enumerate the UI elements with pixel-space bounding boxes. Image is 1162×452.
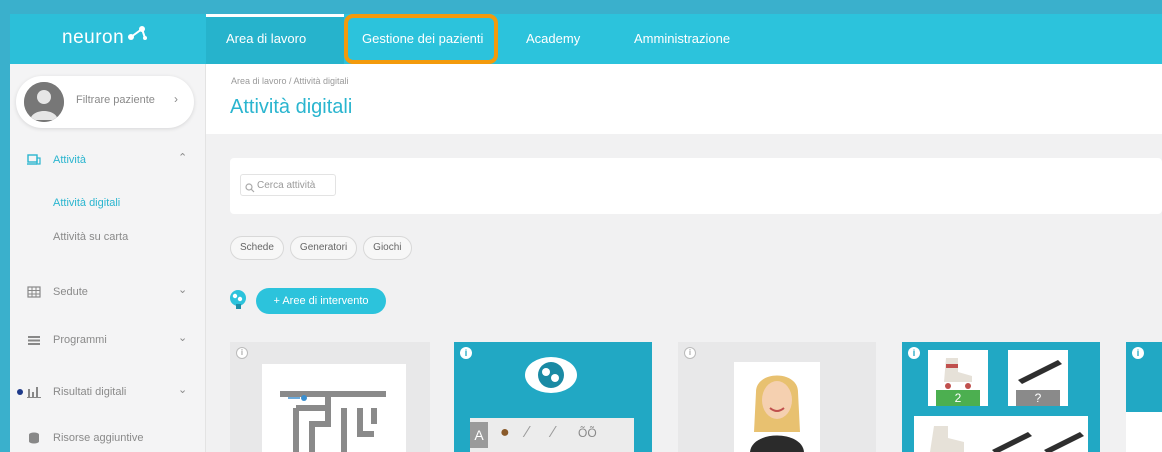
- search-input[interactable]: [257, 178, 333, 192]
- sidebar-subitem-attivita-carta[interactable]: Attività su carta: [53, 231, 128, 243]
- filter-chip-schede[interactable]: Schede: [230, 236, 284, 260]
- sidebar-item-sedute[interactable]: Sedute ⌄: [10, 278, 206, 306]
- filter-chip-generatori[interactable]: Generatori: [289, 236, 358, 260]
- database-icon: [27, 431, 41, 445]
- areas-of-intervention-button[interactable]: + Aree di intervento: [256, 288, 386, 314]
- bar-chart-icon: [27, 385, 41, 399]
- sidebar-subitem-attivita-digitali[interactable]: Attività digitali: [53, 197, 120, 209]
- neuron-logo[interactable]: neuron: [62, 26, 148, 49]
- card-thumbnail: [1126, 412, 1162, 452]
- category-strip: A ● ⁄ ⁄ ÕÕ: [470, 418, 634, 452]
- list-icon: [27, 333, 41, 347]
- chevron-right-icon: ›: [174, 92, 178, 106]
- patient-filter-label: Filtrare paziente: [76, 94, 155, 106]
- brain-gears-icon: [524, 356, 578, 394]
- nav-amministrazione[interactable]: Amministrazione: [622, 14, 762, 64]
- activity-card-categories[interactable]: i A ● ⁄ ⁄ ÕÕ: [454, 342, 652, 452]
- info-icon[interactable]: i: [684, 347, 696, 359]
- chevron-down-icon[interactable]: ⌄: [178, 331, 187, 344]
- bicycle-icon: ÕÕ: [578, 426, 597, 440]
- activity-card-memory[interactable]: i 2 ?: [902, 342, 1100, 452]
- top-bar: neuron Area di lavoro Gestione dei pazie…: [10, 14, 1162, 64]
- maze-thumbnail: [262, 364, 406, 452]
- teddy-bear-icon: ●: [500, 424, 510, 441]
- breadcrumb[interactable]: Area di lavoro / Attività digitali: [231, 76, 349, 86]
- info-icon[interactable]: i: [460, 347, 472, 359]
- nav-academy[interactable]: Academy: [514, 14, 622, 64]
- sidebar-item-label: Attività: [53, 154, 87, 166]
- search-field[interactable]: [240, 174, 336, 196]
- sidebar-item-risorse[interactable]: Risorse aggiuntive: [10, 424, 206, 452]
- activity-card-maze[interactable]: i: [230, 342, 430, 452]
- filter-chips: Schede Generatori Giochi: [230, 236, 412, 260]
- options-strip: [914, 416, 1088, 452]
- sidebar-item-programmi[interactable]: Programmi ⌄: [10, 326, 206, 354]
- pencil-icon: ⁄: [526, 424, 529, 441]
- grid-icon: [27, 285, 41, 299]
- info-icon[interactable]: i: [908, 347, 920, 359]
- letter-tile: A: [470, 422, 488, 448]
- sidebar-item-label: Programmi: [53, 334, 107, 346]
- activity-card-partial[interactable]: i: [1126, 342, 1162, 452]
- avatar-icon: [24, 82, 64, 122]
- face-thumbnail: [734, 362, 820, 452]
- info-icon[interactable]: i: [1132, 347, 1144, 359]
- chevron-up-icon[interactable]: ⌃: [178, 151, 187, 164]
- chevron-down-icon[interactable]: ⌄: [178, 283, 187, 296]
- page-title: Attività digitali: [230, 96, 353, 118]
- sidebar-item-label: Sedute: [53, 286, 88, 298]
- skate-tile: 2: [928, 350, 988, 406]
- filter-chip-giochi[interactable]: Giochi: [363, 236, 412, 260]
- nav-area-di-lavoro[interactable]: Area di lavoro: [206, 14, 344, 64]
- sidebar-item-risultati[interactable]: Risultati digitali ⌄: [10, 378, 206, 406]
- sidebar-item-label: Risultati digitali: [53, 386, 127, 398]
- info-icon[interactable]: i: [236, 347, 248, 359]
- activity-card-face[interactable]: i: [678, 342, 876, 452]
- tile-number: 2: [936, 390, 980, 406]
- patient-filter-button[interactable]: Filtrare paziente ›: [16, 76, 194, 128]
- page-header: Area di lavoro / Attività digitali Attiv…: [206, 64, 1162, 134]
- skateboard-tile: ?: [1008, 350, 1068, 406]
- sidebar-item-attivita[interactable]: Attività ⌃: [10, 146, 206, 174]
- search-card: [230, 158, 1162, 214]
- brain-icon: [228, 288, 250, 310]
- logo-text: neuron: [62, 27, 125, 48]
- sidebar-item-label: Risorse aggiuntive: [53, 432, 144, 444]
- main-content: Area di lavoro / Attività digitali Attiv…: [206, 64, 1162, 452]
- highlight-box: [344, 14, 498, 64]
- logo-area: neuron: [10, 14, 206, 64]
- tile-number: ?: [1016, 390, 1060, 406]
- chevron-down-icon[interactable]: ⌄: [178, 383, 187, 396]
- search-icon: [245, 180, 255, 198]
- logo-mark-icon: [126, 26, 148, 43]
- laptop-icon: [27, 153, 41, 167]
- brush-icon: ⁄: [552, 424, 555, 441]
- sidebar: Filtrare paziente › Attività ⌃ Attività …: [10, 64, 206, 452]
